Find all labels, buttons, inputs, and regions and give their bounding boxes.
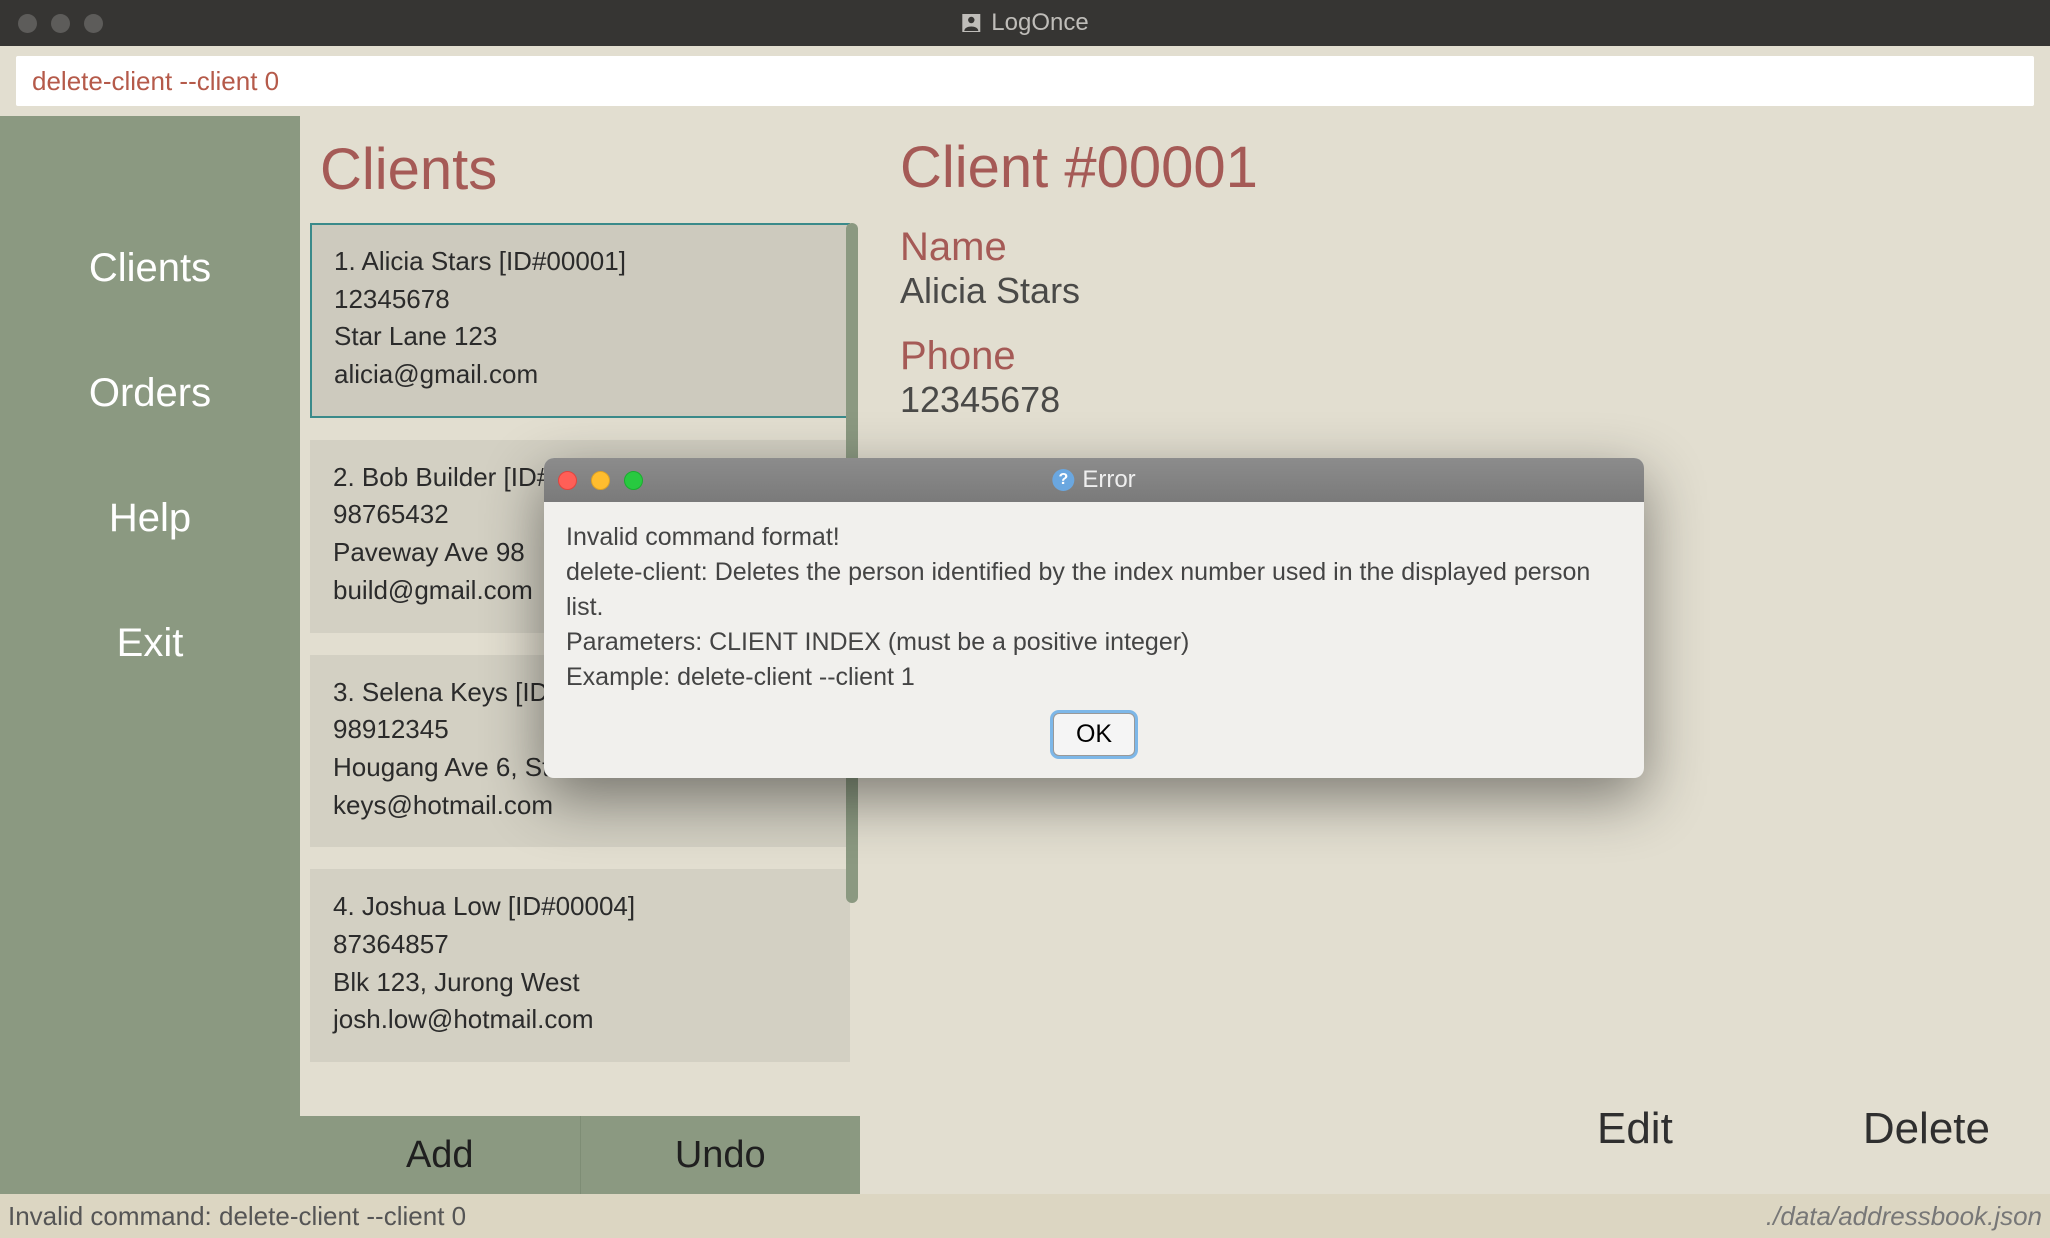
dialog-titlebar: ? Error <box>544 458 1644 502</box>
edit-button[interactable]: Edit <box>1597 1104 1673 1154</box>
sidebar: Clients Orders Help Exit <box>0 116 300 1194</box>
window-title-text: LogOnce <box>991 9 1088 37</box>
maximize-icon[interactable] <box>84 14 103 33</box>
client-list-title: Clients <box>300 116 860 213</box>
error-dialog: ? Error Invalid command format! delete-c… <box>544 458 1644 778</box>
dialog-body: Invalid command format! delete-client: D… <box>544 502 1644 703</box>
client-card-address: Star Lane 123 <box>334 318 826 356</box>
ok-button[interactable]: OK <box>1053 713 1135 756</box>
minimize-icon[interactable] <box>51 14 70 33</box>
client-card-address: Blk 123, Jurong West <box>333 964 827 1002</box>
command-input[interactable] <box>16 56 2034 106</box>
client-card[interactable]: 4. Joshua Low [ID#00004]87364857Blk 123,… <box>310 869 850 1062</box>
close-icon[interactable] <box>558 471 577 490</box>
client-card-email: keys@hotmail.com <box>333 787 827 825</box>
maximize-icon[interactable] <box>624 471 643 490</box>
sidebar-item-orders[interactable]: Orders <box>0 371 300 416</box>
client-card-header: 4. Joshua Low [ID#00004] <box>333 888 827 926</box>
dialog-footer: OK <box>544 703 1644 778</box>
main-window-titlebar: LogOnce <box>0 0 2050 46</box>
dialog-line: Invalid command format! <box>566 520 1622 555</box>
help-icon: ? <box>1052 469 1074 491</box>
dialog-line: delete-client: Deletes the person identi… <box>566 555 1622 625</box>
add-button[interactable]: Add <box>300 1116 580 1194</box>
client-card-phone: 87364857 <box>333 926 827 964</box>
detail-actions: Edit Delete <box>1597 1104 1990 1154</box>
undo-button[interactable]: Undo <box>580 1116 861 1194</box>
dialog-line: Example: delete-client --client 1 <box>566 660 1622 695</box>
client-card-header: 1. Alicia Stars [ID#00001] <box>334 243 826 281</box>
sidebar-item-clients[interactable]: Clients <box>0 246 300 291</box>
status-message: Invalid command: delete-client --client … <box>8 1201 466 1232</box>
close-icon[interactable] <box>18 14 37 33</box>
minimize-icon[interactable] <box>591 471 610 490</box>
status-filepath: ./data/addressbook.json <box>1766 1201 2042 1232</box>
sidebar-item-exit[interactable]: Exit <box>0 621 300 666</box>
app-icon <box>961 13 981 33</box>
name-label: Name <box>900 225 2010 270</box>
dialog-line: Parameters: CLIENT INDEX (must be a posi… <box>566 625 1622 660</box>
dialog-title: ? Error <box>1052 466 1135 494</box>
command-bar <box>0 46 2050 116</box>
window-controls <box>18 14 103 33</box>
client-card[interactable]: 1. Alicia Stars [ID#00001]12345678Star L… <box>310 223 850 418</box>
client-card-email: alicia@gmail.com <box>334 356 826 394</box>
phone-label: Phone <box>900 334 2010 379</box>
status-bar: Invalid command: delete-client --client … <box>0 1194 2050 1238</box>
client-card-phone: 12345678 <box>334 281 826 319</box>
client-card-email: josh.low@hotmail.com <box>333 1001 827 1039</box>
list-action-bar: Add Undo <box>300 1116 860 1194</box>
dialog-window-controls <box>558 471 643 490</box>
delete-button[interactable]: Delete <box>1863 1104 1990 1154</box>
window-title: LogOnce <box>961 9 1088 37</box>
detail-title: Client #00001 <box>900 134 2010 201</box>
sidebar-item-help[interactable]: Help <box>0 496 300 541</box>
phone-value: 12345678 <box>900 379 2010 421</box>
name-value: Alicia Stars <box>900 270 2010 312</box>
dialog-title-text: Error <box>1082 466 1135 494</box>
